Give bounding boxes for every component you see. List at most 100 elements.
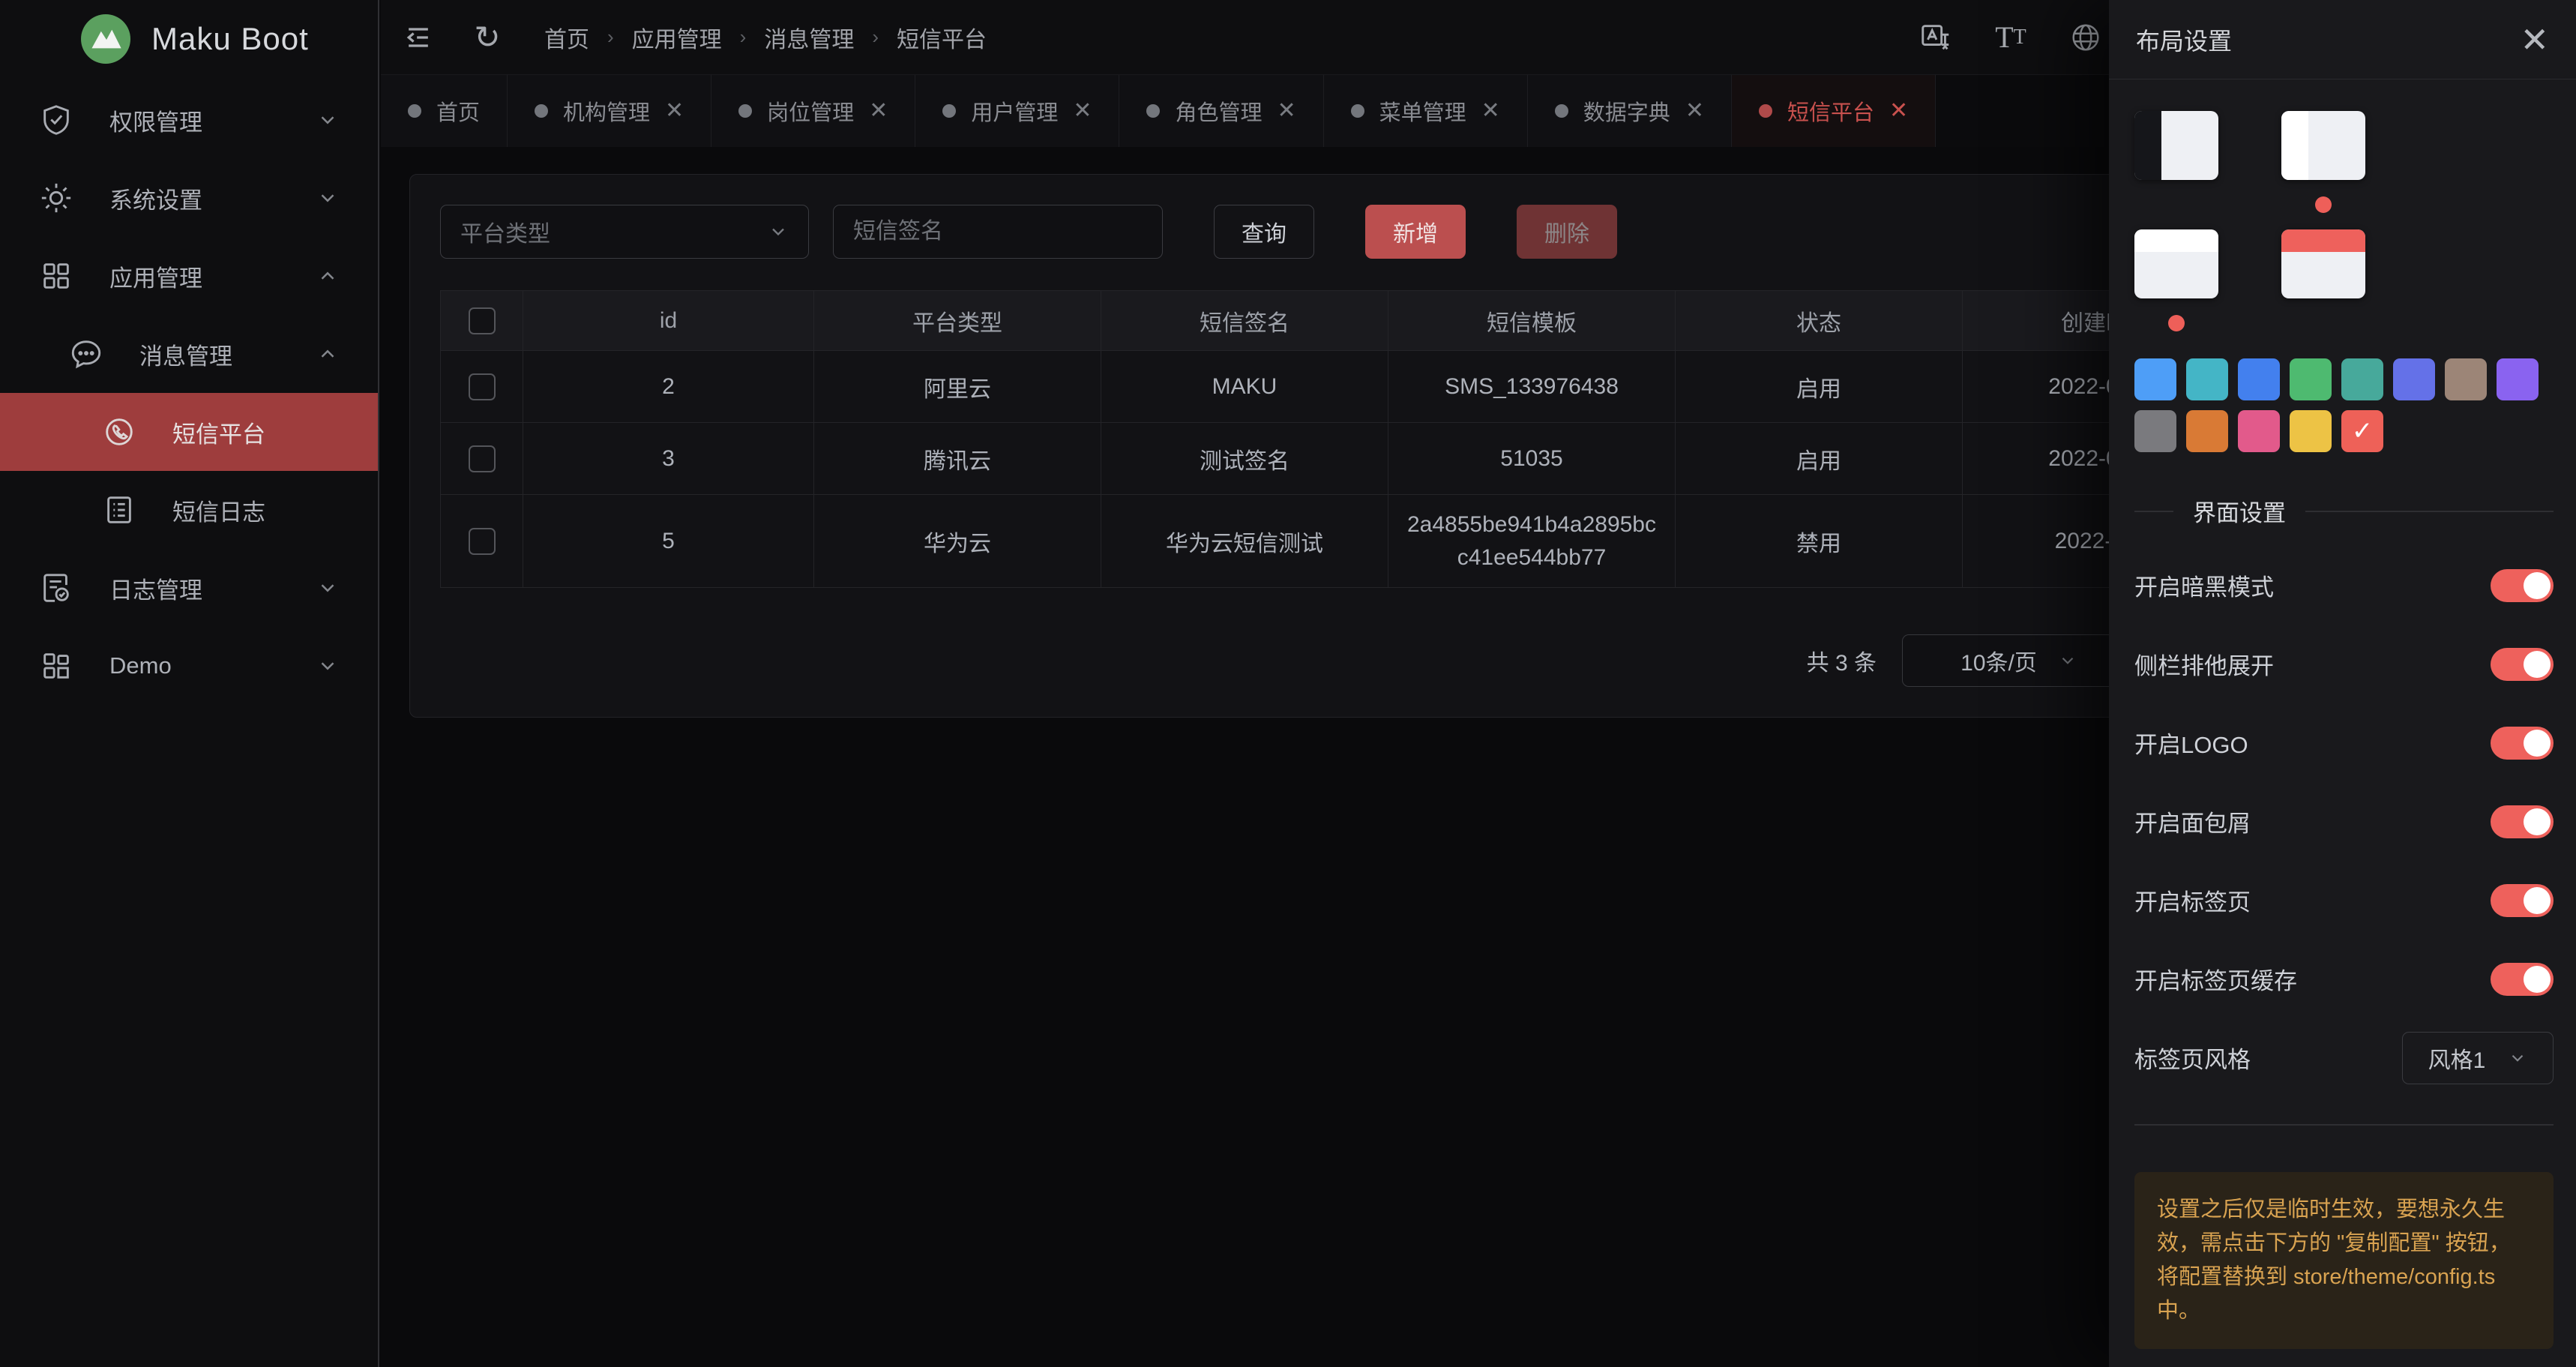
color-swatch[interactable] — [2497, 358, 2539, 400]
thumb-topbar-strip — [2281, 229, 2365, 252]
color-swatch[interactable] — [2134, 358, 2176, 400]
sidebar-item-permissions[interactable]: 权限管理 — [0, 81, 378, 159]
tab-label: 角色管理 — [1175, 95, 1262, 127]
close-icon[interactable]: ✕ — [665, 100, 684, 122]
row-checkbox[interactable] — [469, 445, 496, 472]
cell-template: 51035 — [1388, 423, 1676, 495]
color-swatch[interactable] — [2186, 410, 2228, 452]
sidebar-item-system-settings[interactable]: 系统设置 — [0, 159, 378, 237]
breadcrumb-toggle[interactable] — [2491, 805, 2554, 838]
dark-mode-toggle[interactable] — [2491, 569, 2554, 602]
cell-template: SMS_133976438 — [1388, 351, 1676, 423]
close-icon[interactable]: ✕ — [2520, 22, 2549, 57]
color-swatch[interactable] — [2290, 358, 2332, 400]
toggle-knob — [2524, 808, 2551, 835]
tab-home[interactable]: 首页 — [381, 75, 508, 147]
font-size-icon[interactable]: TT — [1993, 19, 2029, 55]
light-sidebar-thumbnail[interactable] — [2281, 111, 2365, 180]
theme-option-dark-sidebar — [2134, 111, 2269, 229]
color-swatch-selected[interactable]: ✓ — [2341, 410, 2383, 452]
tab-data-dictionary[interactable]: 数据字典 ✕ — [1528, 75, 1732, 147]
tab-org-management[interactable]: 机构管理 ✕ — [508, 75, 711, 147]
pagination-total: 共 3 条 — [1807, 644, 1877, 677]
sidebar-item-message-management[interactable]: 消息管理 — [0, 315, 378, 393]
delete-button[interactable]: 删除 — [1517, 205, 1617, 259]
close-icon[interactable]: ✕ — [1278, 100, 1296, 122]
breadcrumb-item-message-management[interactable]: 消息管理 — [764, 21, 854, 54]
toggle-knob — [2524, 887, 2551, 914]
tab-user-management[interactable]: 用户管理 ✕ — [915, 75, 1119, 147]
sidebar-item-sms-platform[interactable]: 短信平台 — [0, 393, 378, 471]
layout-settings-drawer: 布局设置 ✕ — [2109, 0, 2576, 1367]
color-swatch[interactable] — [2134, 410, 2176, 452]
color-swatch[interactable] — [2186, 358, 2228, 400]
select-all-checkbox[interactable] — [469, 307, 496, 334]
cell-platform: 腾讯云 — [814, 423, 1101, 495]
tab-post-management[interactable]: 岗位管理 ✕ — [711, 75, 915, 147]
translate-icon[interactable] — [1918, 19, 1954, 55]
sidebar-item-app-management[interactable]: 应用管理 — [0, 237, 378, 315]
tab-role-management[interactable]: 角色管理 ✕ — [1119, 75, 1323, 147]
breadcrumb-item-home[interactable]: 首页 — [544, 21, 589, 54]
tab-style-select[interactable]: 风格1 — [2402, 1032, 2554, 1084]
layout-theme-options — [2134, 111, 2449, 348]
sidebar-item-label: 权限管理 — [109, 103, 202, 137]
page-size-select[interactable]: 10条/页 — [1902, 634, 2136, 687]
sidebar-item-label: 消息管理 — [139, 337, 232, 371]
sidebar-exclusive-toggle[interactable] — [2491, 648, 2554, 681]
sidebar-item-sms-log[interactable]: 短信日志 — [0, 471, 378, 549]
theme-option-light-sidebar — [2281, 111, 2416, 229]
close-icon[interactable]: ✕ — [1889, 100, 1908, 122]
row-checkbox[interactable] — [469, 373, 496, 400]
globe-icon[interactable] — [2068, 19, 2104, 55]
sidebar-item-label: Demo — [109, 652, 172, 679]
close-icon[interactable]: ✕ — [869, 100, 888, 122]
divider-line — [2134, 511, 2173, 512]
sidebar-item-label: 短信日志 — [172, 493, 265, 527]
tab-label: 岗位管理 — [767, 95, 854, 127]
logo-toggle[interactable] — [2491, 727, 2554, 760]
tab-label: 菜单管理 — [1379, 95, 1466, 127]
color-swatch[interactable] — [2393, 358, 2435, 400]
cell-sign: 华为云短信测试 — [1101, 495, 1388, 588]
breadcrumb-item-sms-platform[interactable]: 短信平台 — [897, 21, 987, 54]
color-swatch[interactable] — [2341, 358, 2383, 400]
close-icon[interactable]: ✕ — [1481, 100, 1500, 122]
chevron-up-icon — [316, 265, 339, 287]
thumb-sidebar-strip — [2281, 111, 2308, 180]
cell-sign: MAKU — [1101, 351, 1388, 423]
topbar-actions: TT — [1918, 19, 2104, 55]
sms-sign-input[interactable] — [853, 219, 1143, 244]
setting-logo: 开启LOGO — [2134, 703, 2554, 782]
close-icon[interactable]: ✕ — [1685, 100, 1704, 122]
platform-type-select[interactable]: 平台类型 — [440, 205, 809, 259]
divider — [2134, 1124, 2554, 1126]
tabs-toggle[interactable] — [2491, 884, 2554, 917]
sidebar-item-log-management[interactable]: 日志管理 — [0, 549, 378, 627]
light-topbar-thumbnail[interactable] — [2134, 229, 2218, 298]
tab-menu-management[interactable]: 菜单管理 ✕ — [1324, 75, 1528, 147]
sidebar-item-demo[interactable]: Demo — [0, 627, 378, 705]
cell-platform: 华为云 — [814, 495, 1101, 588]
color-swatch[interactable] — [2238, 358, 2280, 400]
dark-sidebar-thumbnail[interactable] — [2134, 111, 2218, 180]
search-button[interactable]: 查询 — [1214, 205, 1314, 259]
add-button[interactable]: 新增 — [1365, 205, 1466, 259]
close-icon[interactable]: ✕ — [1073, 100, 1092, 122]
section-title: 界面设置 — [2193, 494, 2286, 528]
color-swatch[interactable] — [2445, 358, 2487, 400]
cell-template: 2a4855be941b4a2895bcc41ee544bb77 — [1388, 495, 1676, 588]
menu-fold-icon[interactable] — [400, 19, 436, 55]
column-header-platform: 平台类型 — [814, 291, 1101, 351]
breadcrumb-item-app-management[interactable]: 应用管理 — [632, 21, 722, 54]
column-header-template: 短信模板 — [1388, 291, 1676, 351]
row-checkbox[interactable] — [469, 528, 496, 555]
red-topbar-thumbnail[interactable] — [2281, 229, 2365, 298]
setting-sidebar-exclusive: 侧栏排他展开 — [2134, 625, 2554, 703]
color-swatch[interactable] — [2290, 410, 2332, 452]
tabs-cache-toggle[interactable] — [2491, 963, 2554, 996]
refresh-icon[interactable]: ↻ — [469, 19, 505, 55]
color-swatch[interactable] — [2238, 410, 2280, 452]
tab-sms-platform[interactable]: 短信平台 ✕ — [1732, 75, 1936, 147]
settings-note: 设置之后仅是临时生效，要想永久生效，需点击下方的 "复制配置" 按钮，将配置替换… — [2134, 1172, 2554, 1349]
